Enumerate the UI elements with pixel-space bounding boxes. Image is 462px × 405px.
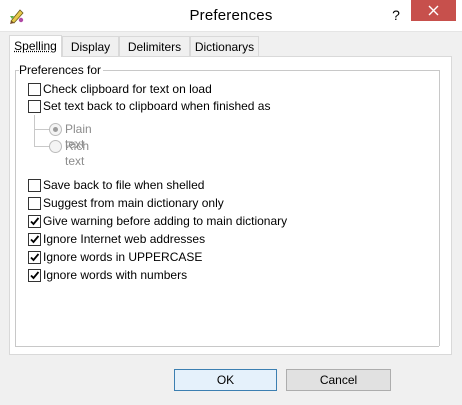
plain-text-radio[interactable] (49, 123, 62, 136)
ok-button[interactable]: OK (174, 369, 277, 391)
check-clipboard-checkbox[interactable] (28, 83, 41, 96)
rich-text-label: Rich text (65, 139, 90, 168)
group-frame-bottom (15, 346, 439, 347)
save-back-label: Save back to file when shelled (43, 178, 205, 192)
cancel-button[interactable]: Cancel (286, 369, 391, 391)
radio-connector-rich (35, 146, 50, 147)
rich-text-radio[interactable] (49, 140, 62, 153)
checkmark-icon (30, 235, 40, 244)
checkmark-icon (30, 217, 40, 226)
group-frame-right (439, 70, 440, 346)
close-button[interactable] (411, 0, 456, 21)
set-text-back-checkbox[interactable] (28, 100, 41, 113)
group-frame-top (97, 70, 439, 71)
save-back-checkbox[interactable] (28, 179, 41, 192)
ignore-web-checkbox[interactable] (28, 233, 41, 246)
radio-connector-plain (35, 129, 50, 130)
suggest-main-checkbox[interactable] (28, 197, 41, 210)
checkmark-icon (30, 253, 40, 262)
suggest-main-label: Suggest from main dictionary only (43, 196, 224, 210)
tab-panel-spelling: Preferences for Check clipboard for text… (9, 56, 452, 355)
ignore-web-label: Ignore Internet web addresses (43, 232, 206, 246)
ignore-upper-label: Ignore words in UPPERCASE (43, 250, 203, 264)
check-clipboard-label: Check clipboard for text on load (43, 82, 212, 96)
give-warning-label: Give warning before adding to main dicti… (43, 214, 288, 228)
group-label: Preferences for (19, 63, 104, 77)
checkmark-icon (30, 271, 40, 280)
ignore-upper-checkbox[interactable] (28, 251, 41, 264)
give-warning-checkbox[interactable] (28, 215, 41, 228)
tab-dictionarys[interactable]: Dictionarys (190, 36, 259, 56)
title-bar: Preferences ? (0, 0, 462, 32)
tab-delimiters[interactable]: Delimiters (119, 36, 190, 56)
tab-spelling[interactable]: Spelling (9, 35, 62, 57)
tab-display[interactable]: Display (62, 36, 119, 56)
ignore-numbers-label: Ignore words with numbers (43, 268, 188, 282)
help-button[interactable]: ? (386, 5, 406, 25)
radio-tree-line (34, 115, 36, 147)
preferences-window: Preferences ? Spelling Display Delimiter… (0, 0, 462, 405)
group-frame-left (15, 70, 16, 346)
close-icon (428, 5, 439, 16)
set-text-back-label: Set text back to clipboard when finished… (43, 99, 271, 113)
ignore-numbers-checkbox[interactable] (28, 269, 41, 282)
